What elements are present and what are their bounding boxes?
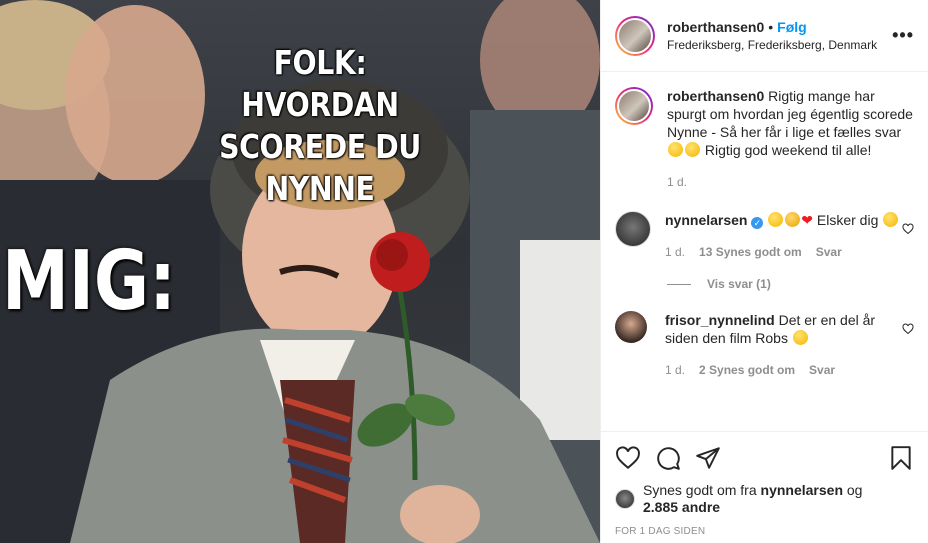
- crazy-face-emoji-icon: [685, 142, 700, 157]
- author-username[interactable]: roberthansen0: [667, 19, 764, 35]
- comment-heart-icon[interactable]: [902, 323, 914, 335]
- comment-likes[interactable]: 13 Synes godt om: [699, 243, 802, 261]
- star-eyes-emoji-icon: [883, 212, 899, 227]
- caption-content: roberthansen0 Rigtig mange har spurgt om…: [667, 87, 914, 191]
- comment-text-block: nynnelarsen ✓ ❤ Elsker dig: [665, 211, 902, 229]
- comments-list[interactable]: roberthansen0 Rigtig mange har spurgt om…: [601, 73, 928, 431]
- liked-by-prefix: Synes godt om fra: [643, 482, 757, 498]
- likes-summary: Synes godt om fra nynnelarsen og 2.885 a…: [615, 482, 914, 516]
- view-replies-button[interactable]: Vis svar (1): [667, 277, 914, 291]
- comment-content: frisor_nynnelind Det er en del år siden …: [665, 311, 902, 379]
- header-text: roberthansen0 • Følg Frederiksberg, Fred…: [667, 19, 892, 52]
- comment-text: Elsker dig: [816, 212, 879, 228]
- wink-emoji-icon: [668, 142, 683, 157]
- comment-bubble-icon[interactable]: [655, 445, 681, 471]
- meme-left-text: MIG:: [2, 234, 177, 329]
- post-image[interactable]: FOLK: HVORDAN SCOREDE DU NYNNE MIG:: [0, 0, 600, 543]
- others-likes-link[interactable]: 2.885 andre: [643, 499, 720, 515]
- bookmark-icon[interactable]: [888, 445, 914, 471]
- comment-username[interactable]: nynnelarsen: [665, 212, 747, 228]
- liked-by-and: og: [846, 482, 863, 498]
- liker-avatar[interactable]: [615, 489, 635, 509]
- likes-text: Synes godt om fra nynnelarsen og 2.885 a…: [643, 482, 862, 516]
- location-link[interactable]: Frederiksberg, Frederiksberg, Denmark: [667, 38, 892, 52]
- comment-content: nynnelarsen ✓ ❤ Elsker dig 1 d. 13 Synes…: [665, 211, 902, 261]
- comment-meta: 1 d. 2 Synes godt om Svar: [665, 361, 902, 379]
- view-replies-label: Vis svar (1): [707, 277, 771, 291]
- post-header: roberthansen0 • Følg Frederiksberg, Fred…: [601, 0, 928, 72]
- cat-emoji-icon: [785, 212, 801, 227]
- caption-meta: 1 d.: [667, 173, 914, 191]
- verified-badge-icon: ✓: [751, 217, 764, 229]
- commenter-avatar[interactable]: [615, 211, 651, 247]
- separator-dot: •: [768, 19, 774, 35]
- liked-by-user[interactable]: nynnelarsen: [761, 482, 843, 498]
- comment-heart-icon[interactable]: [902, 223, 914, 235]
- share-plane-icon[interactable]: [695, 445, 721, 471]
- reply-button[interactable]: Svar: [809, 361, 835, 379]
- caption-text-block: roberthansen0 Rigtig mange har spurgt om…: [667, 87, 914, 159]
- reply-button[interactable]: Svar: [816, 243, 842, 261]
- comment-username[interactable]: frisor_nynnelind: [665, 312, 775, 328]
- caption-text-after: Rigtig god weekend til alle!: [704, 142, 872, 158]
- comment-likes[interactable]: 2 Synes godt om: [699, 361, 795, 379]
- commenter-avatar[interactable]: [615, 311, 647, 343]
- caption-avatar[interactable]: [615, 87, 653, 125]
- post-actions: Synes godt om fra nynnelarsen og 2.885 a…: [601, 431, 928, 537]
- replies-divider: [667, 283, 691, 285]
- comment-text-block: frisor_nynnelind Det er en del år siden …: [665, 311, 902, 347]
- comment-row: nynnelarsen ✓ ❤ Elsker dig 1 d. 13 Synes…: [615, 191, 914, 261]
- meme-top-text: FOLK: HVORDAN SCOREDE DU NYNNE: [219, 43, 421, 208]
- author-avatar[interactable]: [615, 15, 655, 56]
- grin-emoji-icon: [768, 212, 784, 227]
- comment-time[interactable]: 1 d.: [665, 361, 685, 379]
- caption-time[interactable]: 1 d.: [667, 173, 687, 191]
- caption-username[interactable]: roberthansen0: [667, 88, 764, 104]
- comment-row: frisor_nynnelind Det er en del år siden …: [615, 291, 914, 379]
- red-heart-emoji-icon: ❤: [801, 212, 813, 228]
- follow-button[interactable]: Følg: [777, 19, 807, 35]
- like-heart-icon[interactable]: [615, 445, 641, 471]
- post-sidebar: roberthansen0 • Følg Frederiksberg, Fred…: [600, 0, 928, 543]
- action-icons: [615, 442, 914, 474]
- comment-meta: 1 d. 13 Synes godt om Svar: [665, 243, 902, 261]
- more-icon[interactable]: •••: [892, 25, 914, 46]
- header-top-line: roberthansen0 • Følg: [667, 19, 892, 35]
- caption-row: roberthansen0 Rigtig mange har spurgt om…: [615, 73, 914, 191]
- post-modal: FOLK: HVORDAN SCOREDE DU NYNNE MIG: robe…: [0, 0, 928, 543]
- post-timestamp[interactable]: FOR 1 DAG SIDEN: [615, 526, 914, 537]
- comment-time[interactable]: 1 d.: [665, 243, 685, 261]
- grin-emoji-icon: [792, 330, 808, 345]
